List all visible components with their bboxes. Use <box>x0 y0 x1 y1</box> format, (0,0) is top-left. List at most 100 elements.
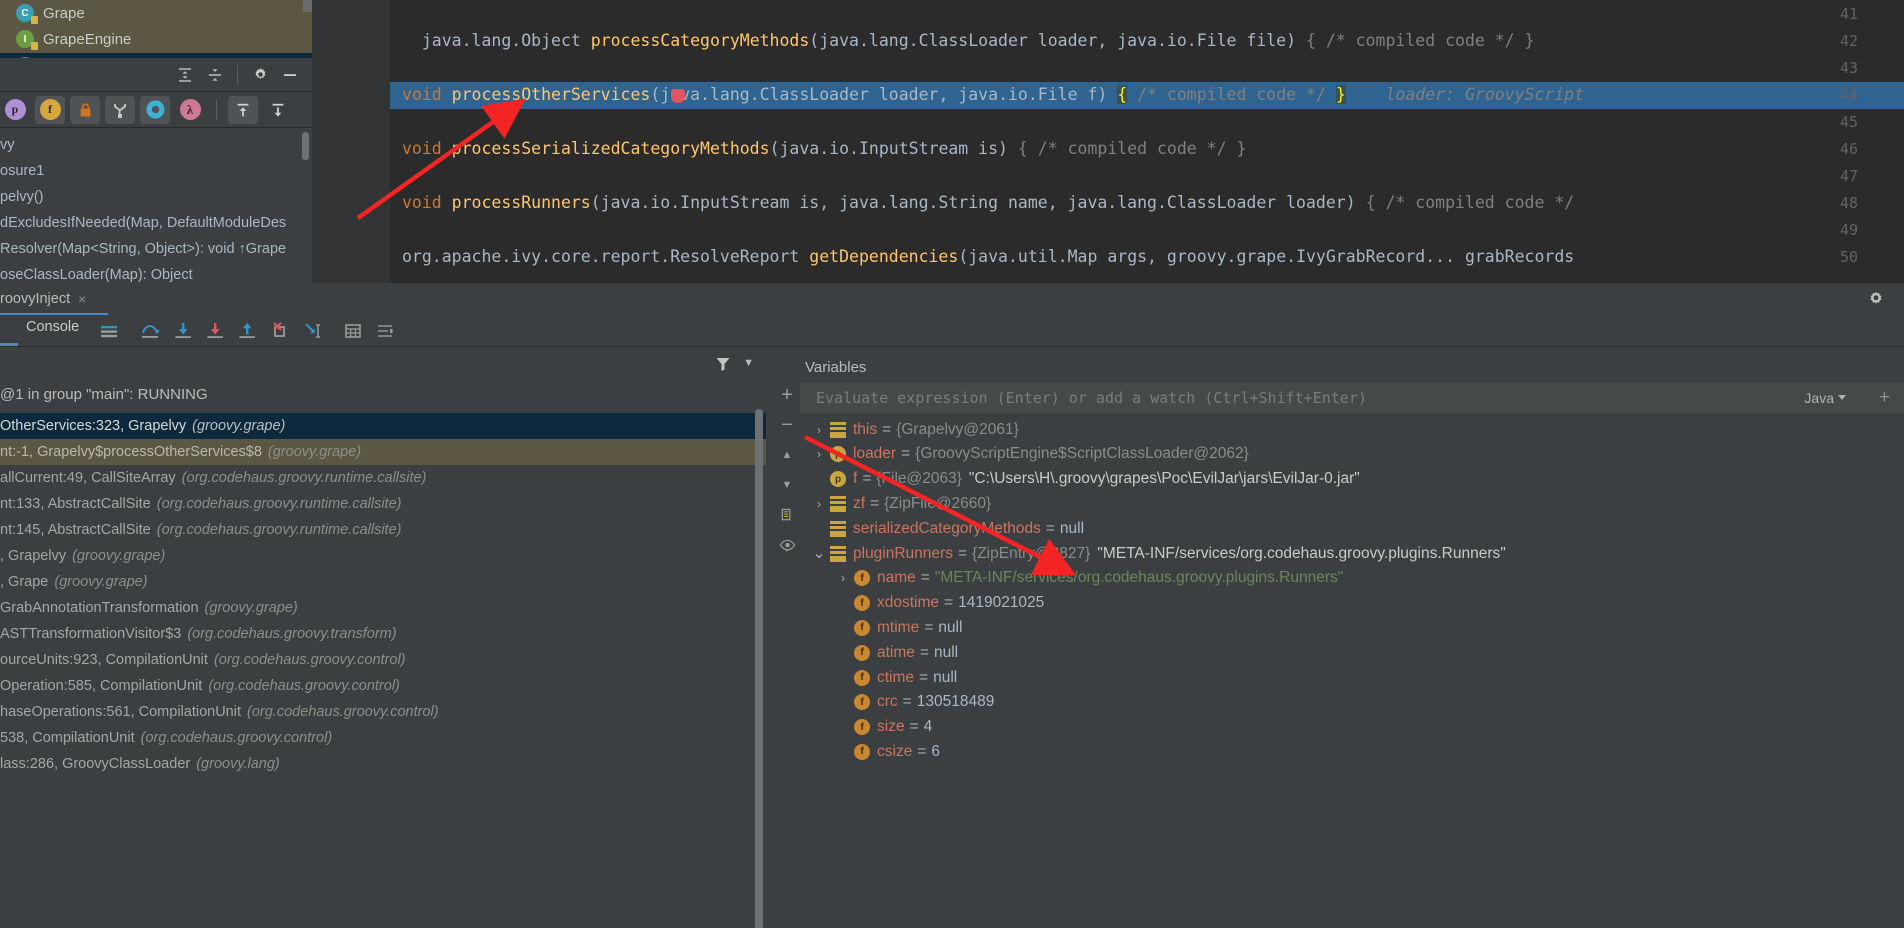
chevron-right-icon[interactable]: › <box>808 423 830 437</box>
chevron-down-icon[interactable]: ⌄ <box>808 549 830 559</box>
variable-row[interactable]: serializedCategoryMethods=null <box>800 516 1904 541</box>
copy-icon[interactable] <box>775 503 799 527</box>
variable-row[interactable]: ›ploader={GroovyScriptEngine$ScriptClass… <box>800 442 1904 467</box>
evaluate-expression-input[interactable]: Evaluate expression (Enter) or add a wat… <box>800 383 1904 413</box>
code-lines[interactable]: java.lang.Object processCategoryMethods(… <box>390 0 1904 283</box>
variable-row[interactable]: fcsize=6 <box>800 739 1904 764</box>
frame-package: (org.codehaus.groovy.control) <box>208 678 400 694</box>
language-selector-label[interactable]: Java <box>1804 390 1834 406</box>
frame-list-item[interactable]: OtherServices:323, Grapelvy(groovy.grape… <box>0 413 766 439</box>
frame-list-item[interactable]: lass:286, GroovyClassLoader(groovy.lang) <box>0 751 766 777</box>
frame-list-item[interactable]: ASTTransformationVisitor$3(org.codehaus.… <box>0 621 766 647</box>
frame-list-item[interactable]: ourceUnits:923, CompilationUnit(org.code… <box>0 647 766 673</box>
structure-item[interactable]: pelvy() <box>0 184 312 210</box>
drop-frame-button[interactable] <box>267 319 293 343</box>
chevron-right-icon[interactable]: › <box>832 571 854 585</box>
frame-text: OtherServices:323, Grapelvy <box>0 418 186 434</box>
code-line[interactable]: void processRunners(java.io.InputStream … <box>402 193 1574 212</box>
move-up-button[interactable]: ▲ <box>775 443 799 467</box>
gear-icon[interactable] <box>1866 289 1886 314</box>
step-out-button[interactable] <box>234 319 260 343</box>
show-execution-point-button[interactable] <box>96 319 122 343</box>
chevron-right-icon[interactable]: › <box>808 497 830 511</box>
lambda-filter-button[interactable]: λ <box>175 96 205 124</box>
filter-icon[interactable] <box>714 355 732 378</box>
structure-item[interactable]: Resolver(Map<String, Object>): void ↑Gra… <box>0 236 312 262</box>
tab-console[interactable]: Console <box>26 319 79 335</box>
close-icon[interactable]: × <box>78 291 86 307</box>
popup-scrollbar[interactable] <box>303 0 312 12</box>
frames-panel[interactable]: ▼ @1 in group "main": RUNNING OtherServi… <box>0 347 766 928</box>
panel-splitter[interactable] <box>766 347 773 928</box>
hierarchy-filter-button[interactable] <box>105 96 135 124</box>
sort-descending-button[interactable] <box>263 96 293 124</box>
anonymous-filter-button[interactable] <box>140 96 170 124</box>
code-line[interactable]: java.lang.Object processCategoryMethods(… <box>402 31 1534 50</box>
variable-row[interactable]: ⌄pluginRunners={ZipEntry@2827}"META-INF/… <box>800 541 1904 566</box>
variable-row[interactable]: pf={File@2063}"C:\Users\H\.groovy\grapes… <box>800 467 1904 492</box>
properties-filter-button[interactable]: p <box>0 96 30 124</box>
code-editor[interactable]: java.lang.Object processCategoryMethods(… <box>312 0 1904 283</box>
variable-row[interactable]: ›fname="META-INF/services/org.codehaus.g… <box>800 566 1904 591</box>
settings-list-button[interactable] <box>372 319 398 343</box>
structure-item[interactable]: dExcludesIfNeeded(Map, DefaultModuleDes <box>0 210 312 236</box>
frame-list-item[interactable]: haseOperations:561, CompilationUnit(org.… <box>0 699 766 725</box>
frame-list-item[interactable]: GrabAnnotationTransformation(groovy.grap… <box>0 595 766 621</box>
frame-list-item[interactable]: , Grape(groovy.grape) <box>0 569 766 595</box>
code-line[interactable]: org.apache.ivy.core.report.ResolveReport… <box>402 247 1574 266</box>
variable-row[interactable]: fmtime=null <box>800 615 1904 640</box>
matched-brace: } <box>1336 85 1346 104</box>
completion-popup[interactable]: C Grape I GrapeEngine <box>0 0 312 53</box>
expand-all-button[interactable] <box>171 62 199 88</box>
field-icon: f <box>854 620 870 636</box>
move-down-button[interactable]: ▼ <box>775 473 799 497</box>
code-line[interactable]: void processOtherServices(java.lang.Clas… <box>402 85 1584 104</box>
run-to-cursor-button[interactable] <box>300 319 326 343</box>
variables-panel[interactable]: Variables + − ▲ ▼ Evaluate expression (E… <box>773 347 1904 928</box>
minimize-button[interactable] <box>276 62 304 88</box>
structure-item[interactable]: osure1 <box>0 158 312 184</box>
structure-scrollbar[interactable] <box>302 132 309 160</box>
structure-tree[interactable]: vyosure1pelvy()dExcludesIfNeeded(Map, De… <box>0 128 312 283</box>
remove-watch-button[interactable]: − <box>775 413 799 437</box>
evaluate-expression-button[interactable] <box>340 319 366 343</box>
sort-ascending-button[interactable] <box>228 96 258 124</box>
frame-list-item[interactable]: 538, CompilationUnit(org.codehaus.groovy… <box>0 725 766 751</box>
frame-list-item[interactable]: nt:133, AbstractCallSite(org.codehaus.gr… <box>0 491 766 517</box>
frame-list-item[interactable]: allCurrent:49, CallSiteArray(org.codehau… <box>0 465 766 491</box>
variable-row[interactable]: ›zf={ZipFile@2660} <box>800 491 1904 516</box>
breakpoint-icon[interactable] <box>671 89 685 103</box>
variable-row[interactable]: fatime=null <box>800 640 1904 665</box>
frame-list-item[interactable]: nt:-1, Grapelvy$processOtherServices$8(g… <box>0 439 766 465</box>
structure-item[interactable]: vy <box>0 132 312 158</box>
eye-icon[interactable] <box>775 533 799 557</box>
chevron-down-icon[interactable]: ▼ <box>743 357 754 369</box>
variable-row[interactable]: fxdostime=1419021025 <box>800 591 1904 616</box>
completion-item-grape[interactable]: C Grape <box>0 0 312 26</box>
gear-icon[interactable] <box>246 62 274 88</box>
variable-row[interactable]: ›this={Grapelvy@2061} <box>800 417 1904 442</box>
chevron-down-icon[interactable] <box>1838 395 1846 400</box>
add-watch-button[interactable]: + <box>775 383 799 407</box>
variable-row[interactable]: fcrc=130518489 <box>800 690 1904 715</box>
add-watch-inline-button[interactable]: + <box>1879 387 1890 409</box>
tab-groovyinject[interactable]: roovyInject × <box>0 283 98 315</box>
step-over-button[interactable] <box>137 319 163 343</box>
collapse-all-button[interactable] <box>201 62 229 88</box>
variable-value: {GroovyScriptEngine$ScriptClassLoader@20… <box>915 445 1249 463</box>
force-step-into-button[interactable] <box>202 319 228 343</box>
code-line[interactable]: void processSerializedCategoryMethods(ja… <box>402 139 1246 158</box>
variable-row[interactable]: fsize=4 <box>800 715 1904 740</box>
step-into-button[interactable] <box>170 319 196 343</box>
completion-item-grapeengine[interactable]: I GrapeEngine <box>0 26 312 52</box>
frames-scrollbar[interactable] <box>755 409 763 928</box>
frame-list-item[interactable]: Operation:585, CompilationUnit(org.codeh… <box>0 673 766 699</box>
variable-row[interactable]: fctime=null <box>800 665 1904 690</box>
lock-filter-button[interactable] <box>70 96 100 124</box>
field-icon: f <box>854 645 870 661</box>
frame-list-item[interactable]: , Grapelvy(groovy.grape) <box>0 543 766 569</box>
chevron-right-icon[interactable]: › <box>808 447 830 461</box>
fields-filter-button[interactable]: f <box>35 96 65 124</box>
frame-list-item[interactable]: nt:145, AbstractCallSite(org.codehaus.gr… <box>0 517 766 543</box>
editor-gutter[interactable] <box>312 0 390 283</box>
